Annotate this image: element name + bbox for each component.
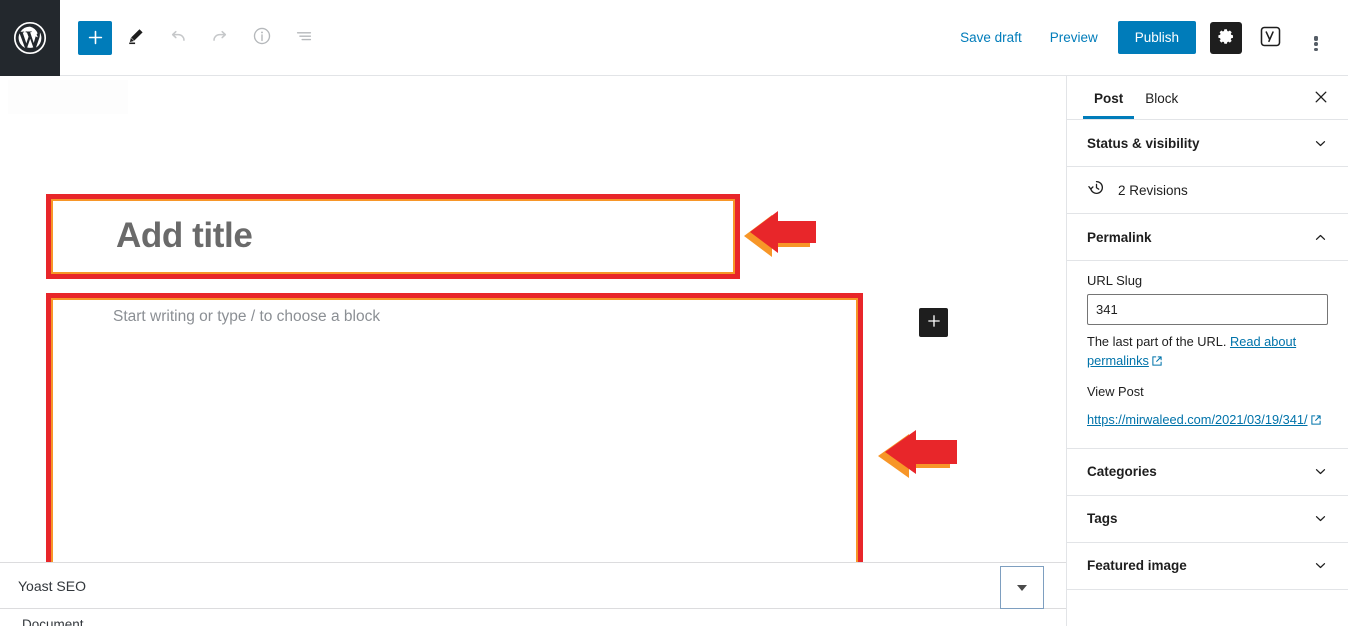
panel-tags[interactable]: Tags [1067,495,1348,543]
chevron-up-icon [1312,229,1328,245]
undo-icon [167,25,189,50]
tab-block[interactable]: Block [1134,78,1189,118]
post-title-placeholder: Add title [116,216,253,255]
yoast-seo-title: Yoast SEO [18,577,86,594]
block-inserter-toggle-button[interactable] [78,20,112,55]
close-sidebar-button[interactable] [1304,81,1338,115]
panel-categories-label: Categories [1087,464,1157,480]
settings-sidebar: Post Block Status & visibility 2 Revisio… [1066,76,1348,626]
chevron-down-icon [1312,511,1328,527]
post-details-button[interactable] [244,20,280,56]
yoast-seo-icon [1259,25,1282,51]
document-label: Document [22,617,84,626]
plus-icon [86,28,105,47]
permalink-help-prefix: The last part of the URL. [1087,334,1230,349]
editor-header-toolbar: Save draft Preview Publish [0,0,1348,76]
paragraph-block-placeholder: Start writing or type / to choose a bloc… [113,308,381,325]
external-link-icon [1151,354,1163,373]
info-icon [251,25,273,50]
panel-tags-label: Tags [1087,511,1118,527]
revisions-row[interactable]: 2 Revisions [1067,167,1348,214]
revision-clock-icon [1087,178,1106,202]
tools-pencil-button[interactable] [118,20,154,56]
panel-status-and-visibility[interactable]: Status & visibility [1067,120,1348,167]
yoast-seo-panel-header[interactable]: Yoast SEO [0,563,1066,609]
undo-button[interactable] [160,20,196,56]
view-post-label: View Post [1087,384,1144,400]
annotation-arrow-content [876,419,966,485]
gear-icon [1217,27,1236,49]
chevron-down-icon [1312,464,1328,480]
redo-button[interactable] [202,20,238,56]
vertical-ellipsis-icon [1314,35,1318,52]
post-permalink-text: https://mirwaleed.com/2021/03/19/341/ [1087,412,1308,428]
wordpress-block-editor: Save draft Preview Publish Add title Sta… [0,0,1348,626]
panel-featured-image-label: Featured image [1087,558,1187,574]
yoast-seo-button[interactable] [1252,20,1288,56]
chevron-down-icon [1312,135,1328,151]
editor-left-tools [60,20,322,56]
editor-right-tools: Save draft Preview Publish [946,20,1348,56]
permalink-help-text: The last part of the URL. Read about per… [1087,333,1328,372]
panel-permalink[interactable]: Permalink [1067,214,1348,261]
settings-sidebar-toggle-button[interactable] [1210,21,1242,54]
tab-post[interactable]: Post [1083,78,1135,119]
external-link-icon [1310,413,1322,432]
edit-tools-icon [125,25,147,50]
yoast-seo-toggle-button[interactable] [1000,566,1044,609]
revisions-label: 2 Revisions [1118,182,1188,198]
yoast-seo-metabox: Yoast SEO Document [0,562,1066,626]
annotation-arrow-title [742,201,824,263]
panel-permalink-label: Permalink [1087,229,1152,245]
wordpress-logo-icon [13,21,47,55]
wordpress-logo-button[interactable] [0,0,60,76]
url-slug-label: URL Slug [1087,273,1143,288]
editor-canvas: Add title Start writing or type / to cho… [0,76,1066,562]
publish-button[interactable]: Publish [1117,21,1196,54]
canvas-ghost-artifact [8,80,128,114]
list-view-icon [293,25,315,50]
caret-down-icon [1017,584,1027,591]
inline-block-inserter-button[interactable] [919,308,948,337]
chevron-down-icon [1312,558,1328,574]
panel-status-and-visibility-label: Status & visibility [1087,135,1200,151]
post-permalink-link[interactable]: https://mirwaleed.com/2021/03/19/341/ [1087,411,1328,432]
sidebar-tabs: Post Block [1067,76,1348,120]
list-view-button[interactable] [286,20,322,56]
post-title-input[interactable]: Add title [60,208,720,264]
paragraph-block-input[interactable]: Start writing or type / to choose a bloc… [60,308,840,342]
redo-icon [209,25,231,50]
more-options-button[interactable] [1298,20,1334,56]
close-icon [1313,89,1329,108]
url-slug-input[interactable] [1087,294,1328,325]
panel-featured-image[interactable]: Featured image [1067,542,1348,590]
plus-icon [926,313,942,332]
save-draft-button[interactable]: Save draft [946,22,1036,53]
panel-categories[interactable]: Categories [1067,448,1348,496]
permalink-panel-body: URL Slug The last part of the URL. Read … [1067,261,1348,449]
preview-button[interactable]: Preview [1036,22,1112,53]
